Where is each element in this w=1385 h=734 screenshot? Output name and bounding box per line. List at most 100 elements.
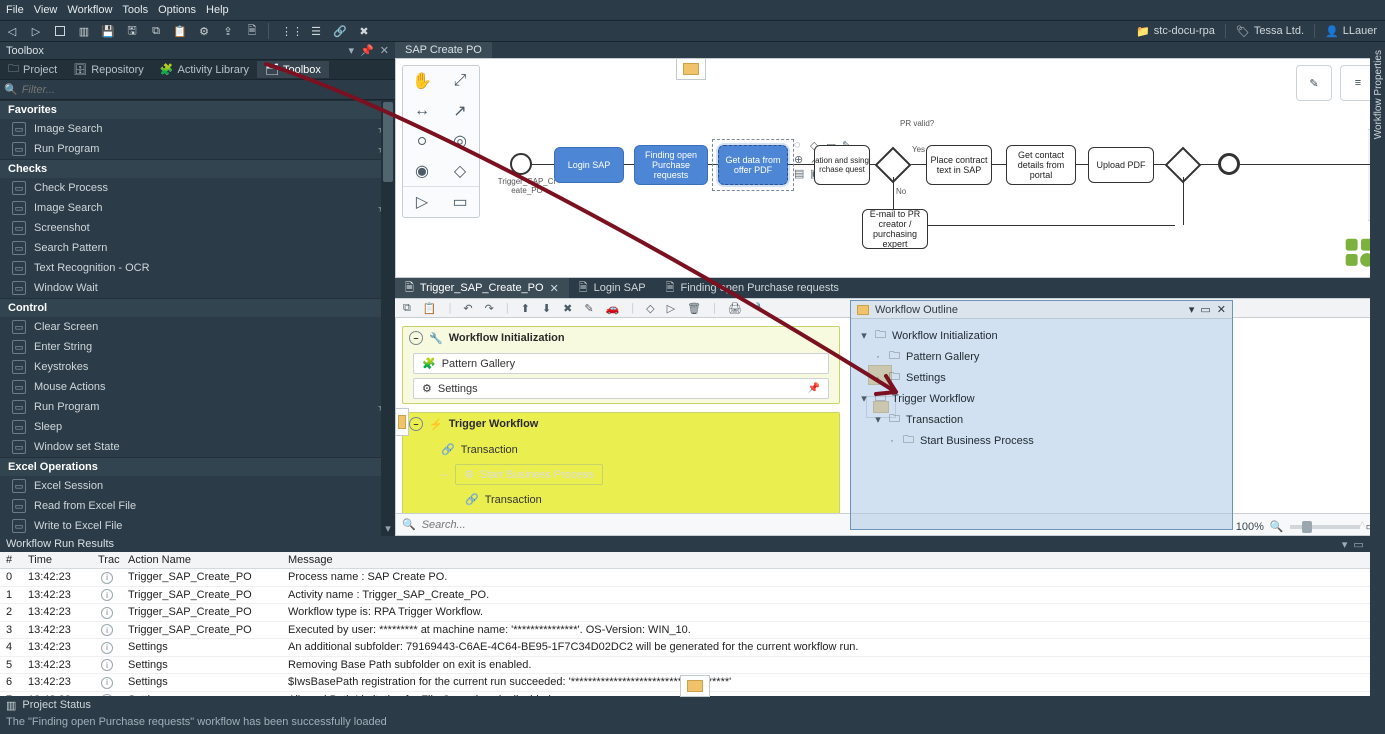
wf-start-business-process[interactable]: ⚙ Start Business Process — [455, 464, 603, 485]
panel-menu-icon[interactable]: ▾ — [1342, 538, 1348, 551]
wft-trash-icon[interactable]: 🗑 — [687, 302, 701, 315]
toolbox-group[interactable]: Excel Operations˅ — [0, 457, 395, 476]
bpmn-end-event[interactable] — [1218, 153, 1240, 175]
panel-menu-icon[interactable]: ▾ — [349, 44, 355, 57]
toolbox-item[interactable]: ▭Enter String — [0, 337, 395, 357]
table-row[interactable]: 313:42:23iTrigger_SAP_Create_POExecuted … — [0, 622, 1385, 640]
tool-link-icon[interactable]: 🔗 — [332, 23, 348, 39]
wf-pattern-gallery[interactable]: 🧩 Pattern Gallery — [413, 353, 829, 374]
menu-view[interactable]: View — [34, 4, 58, 16]
col-index[interactable]: # — [0, 552, 22, 568]
outline-pin-icon[interactable]: ▭ — [1200, 303, 1210, 316]
tab-toolbox[interactable]: 🗂 Toolbox — [257, 61, 329, 78]
menu-file[interactable]: File — [6, 4, 24, 16]
tool-open-icon[interactable]: ▥ — [76, 23, 92, 39]
page-handle-bottom[interactable] — [680, 675, 710, 696]
run-results-grid[interactable]: # Time Trac Action Name Message 013:42:2… — [0, 552, 1385, 696]
tool-fwd-icon[interactable]: ▷ — [28, 23, 44, 39]
bpmn-task-get-offer-pdf[interactable]: Get data from offer PDF — [718, 145, 788, 185]
table-row[interactable]: 513:42:23iSettingsRemoving Base Path sub… — [0, 657, 1385, 675]
scroll-thumb[interactable] — [383, 102, 393, 182]
zoom-out-icon[interactable]: 🔍 — [1270, 520, 1284, 533]
tool-doc-icon[interactable]: 🗎 — [244, 23, 260, 39]
side-handle-left[interactable] — [395, 408, 409, 436]
tree-row[interactable]: ·🗀Start Business Process — [859, 430, 1224, 451]
bpmn-gateway-2[interactable] — [1170, 152, 1196, 178]
toolbox-item[interactable]: ▭Check Process — [0, 178, 395, 198]
toolbox-item[interactable]: ▭Sleep — [0, 417, 395, 437]
palette-inter-icon[interactable]: ◎ — [441, 126, 479, 156]
wft-copy-icon[interactable]: ⧉ — [403, 302, 411, 315]
palette-space-icon[interactable]: ↔ — [403, 96, 441, 126]
panel-pin-icon[interactable]: ▭ — [1353, 538, 1363, 551]
canvas-edit-icon[interactable]: ✎ — [1296, 65, 1332, 101]
wft-car-icon[interactable]: 🚗 — [606, 302, 620, 315]
tool-back-icon[interactable]: ◁ — [4, 23, 20, 39]
collapse-icon[interactable]: – — [441, 469, 447, 481]
tool-settings-icon[interactable]: ⚙ — [196, 23, 212, 39]
tool-paste-icon[interactable]: 📋 — [172, 23, 188, 39]
menu-help[interactable]: Help — [206, 4, 229, 16]
col-trace[interactable]: Trac — [92, 552, 122, 568]
status-project[interactable]: Project Status — [22, 699, 90, 711]
tab-project[interactable]: 🗀 Project — [0, 58, 65, 81]
wf-settings[interactable]: ⚙ Settings — [413, 378, 829, 399]
wf-group-trigger[interactable]: – ⚡ Trigger Workflow 🔗 Transaction – ⚙ S… — [402, 412, 840, 519]
tree-row[interactable]: ·🗀Pattern Gallery — [859, 346, 1224, 367]
bpmn-start-event[interactable] — [510, 153, 532, 175]
zoom-slider[interactable] — [1290, 525, 1360, 529]
tool-saveall-icon[interactable]: 🖫 — [124, 23, 140, 39]
toolbox-item[interactable]: ▭Run Program★ — [0, 397, 395, 417]
filter-input[interactable] — [22, 84, 391, 96]
project-chip[interactable]: 📁 stc-docu-rpa — [1132, 25, 1219, 38]
wft-edit-icon[interactable]: ✎ — [584, 302, 593, 315]
panel-close-icon[interactable]: ✕ — [380, 44, 389, 57]
tree-row[interactable]: ▾🗀Transaction — [859, 409, 1224, 430]
wft-paste-icon[interactable]: 📋 — [423, 302, 437, 315]
col-action[interactable]: Action Name — [122, 552, 282, 568]
wf-tab-find[interactable]: 🗎 Finding open Purchase requests — [656, 277, 849, 300]
toolbox-item[interactable]: ▭Excel Session — [0, 476, 395, 496]
doc-tab-sap-create-po[interactable]: SAP Create PO — [395, 42, 492, 58]
bpmn-gateway-1[interactable] — [880, 152, 906, 178]
bpmn-task-get-contact[interactable]: Get contact details from portal — [1006, 145, 1076, 185]
panel-pin-icon[interactable]: 📌 — [360, 44, 374, 57]
col-message[interactable]: Message — [282, 552, 1385, 568]
wf-transaction-bottom[interactable]: 🔗 Transaction — [465, 491, 819, 508]
toolbox-item[interactable]: ▭Text Recognition - OCR — [0, 258, 395, 278]
bpmn-task-email-pr[interactable]: E-mail to PR creator / purchasing expert — [862, 209, 928, 249]
wft-print-icon[interactable]: 🖨 — [728, 302, 742, 315]
toolbox-item[interactable]: ▭Write to Excel File — [0, 516, 395, 536]
wft-delete-icon[interactable]: ✖ — [563, 302, 572, 315]
org-chip[interactable]: 🏷 Tessa Ltd. — [1232, 25, 1308, 38]
page-handle-top[interactable] — [676, 58, 706, 80]
tab-repository[interactable]: 🗄 Repository — [65, 61, 152, 78]
scroll-down-icon[interactable]: ▾ — [381, 522, 395, 536]
outline-menu-icon[interactable]: ▾ — [1189, 303, 1195, 316]
toolbox-item[interactable]: ▭Window Wait — [0, 278, 395, 298]
tree-row[interactable]: ·🗀Settings — [859, 367, 1224, 388]
tool-new-icon[interactable] — [52, 23, 68, 39]
wft-up-icon[interactable]: ⬆ — [521, 302, 530, 315]
outline-tree[interactable]: ▾🗀Workflow Initialization·🗀Pattern Galle… — [851, 319, 1232, 457]
wft-undo-icon[interactable]: ↶ — [463, 302, 472, 315]
col-time[interactable]: Time — [22, 552, 92, 568]
tool-grid-icon[interactable]: ⋮⋮ — [284, 23, 300, 39]
toolbox-list[interactable]: ▴ ▾ Favorites˅▭Image Search★▭Run Program… — [0, 100, 395, 536]
toolbox-item[interactable]: ▭Image Search★ — [0, 119, 395, 139]
toolbox-item[interactable]: ▭Image Search★ — [0, 198, 395, 218]
table-row[interactable]: 213:42:23iTrigger_SAP_Create_POWorkflow … — [0, 604, 1385, 622]
tool-trash-icon[interactable]: ✖ — [356, 23, 372, 39]
toolbox-item[interactable]: ▭Clear Screen — [0, 317, 395, 337]
toolbox-item[interactable]: ▭Read from Excel File — [0, 496, 395, 516]
workflow-properties-side-tab[interactable]: Workflow Properties — [1372, 44, 1385, 145]
menu-tools[interactable]: Tools — [122, 4, 148, 16]
outline-title-bar[interactable]: Workflow Outline ▾ ▭ ✕ — [851, 301, 1232, 319]
wft-redo-icon[interactable]: ↷ — [485, 302, 494, 315]
toolbox-group[interactable]: Checks˅ — [0, 159, 395, 178]
bpmn-task-partial[interactable]: ation and ssing rchase quest — [814, 145, 870, 185]
tool-save-icon[interactable]: 💾 — [100, 23, 116, 39]
collapse-icon[interactable]: – — [409, 331, 423, 345]
wf-tab-trigger[interactable]: 🗎 Trigger_SAP_Create_PO ✕ — [395, 277, 569, 300]
palette-lasso-icon[interactable]: ⤢ — [441, 66, 479, 96]
